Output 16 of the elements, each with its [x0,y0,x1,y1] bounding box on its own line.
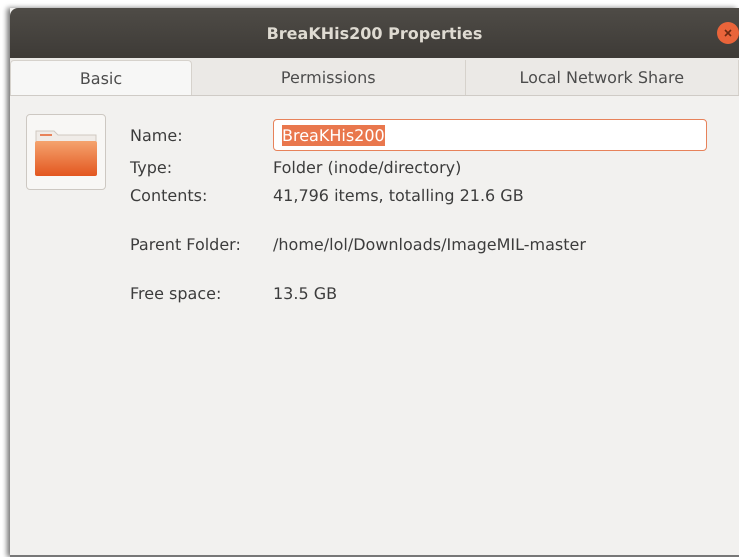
field-value: Folder (inode/directory) [273,158,462,177]
field-value: 41,796 items, totalling 21.6 GB [273,186,524,205]
field-label: Contents: [130,186,208,205]
close-icon [723,28,733,38]
field-label: Parent Folder: [130,235,242,254]
field-label: Free space: [130,284,222,303]
tab[interactable]: Basic [10,60,192,95]
window-title: BreaKHis200 Properties [266,24,482,42]
field-value: BreaKHis200 [282,124,385,146]
close-button[interactable] [717,22,739,44]
tab[interactable]: Permissions [192,60,466,95]
tab[interactable]: Local Network Share [466,60,739,95]
field-label: Type: [130,158,174,177]
field-value: /home/lol/Downloads/ImageMIL-master [273,235,586,254]
field-label: Name: [130,126,184,144]
field-value: 13.5 GB [273,284,338,303]
